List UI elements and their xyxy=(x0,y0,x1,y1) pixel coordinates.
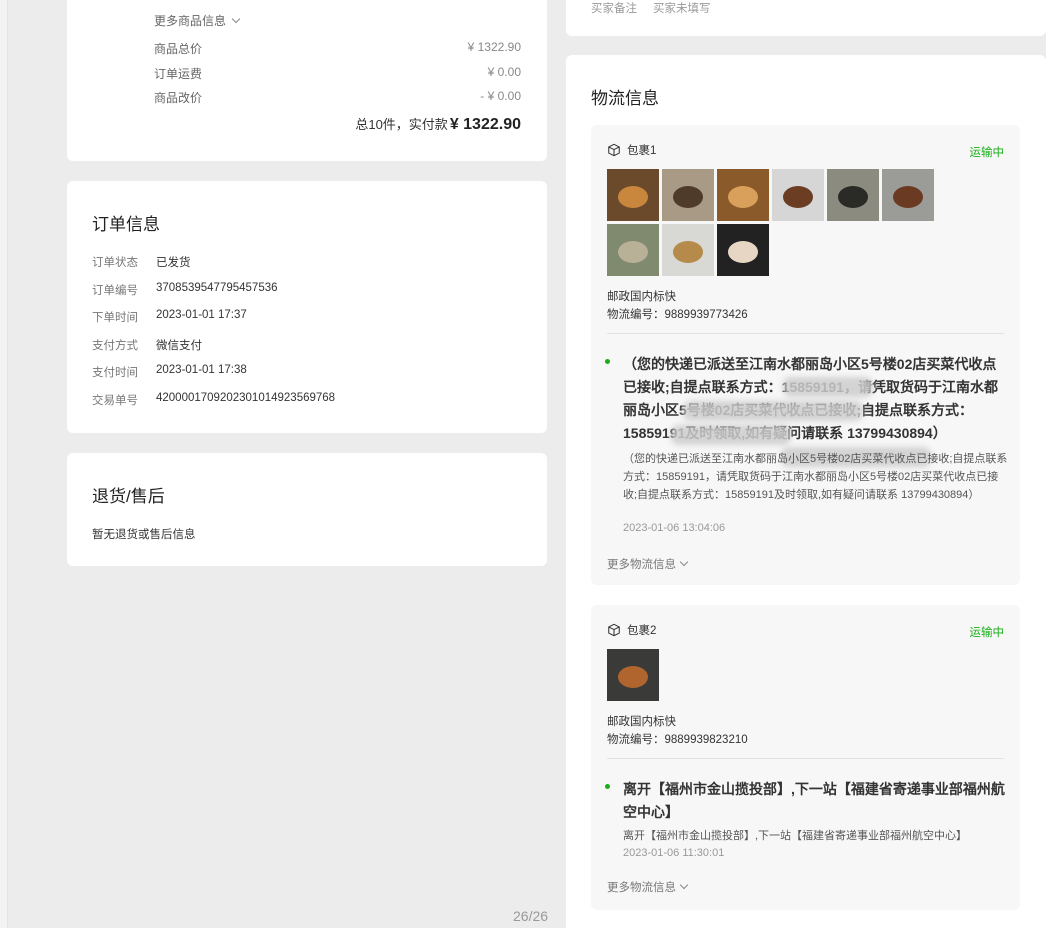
buyer-note-card: 买家备注 买家未填写 xyxy=(566,0,1046,36)
chevron-down-icon xyxy=(231,14,241,23)
logistics-title: 物流信息 xyxy=(591,89,659,108)
package-header: 包裹1 xyxy=(607,142,656,158)
package-card: 包裹2 运输中 邮政国内标快 物流编号：9889939823210 离开【福州市… xyxy=(591,605,1020,910)
carrier-name: 邮政国内标快 xyxy=(607,716,676,728)
timeline-dot xyxy=(605,359,610,364)
field-label: 支付方式 xyxy=(92,340,138,352)
more-logistics-label: 更多物流信息 xyxy=(607,559,676,571)
tracking-time: 2023-01-06 13:04:06 xyxy=(623,522,726,534)
carrier-name: 邮政国内标快 xyxy=(607,291,676,303)
left-edge-panel xyxy=(0,0,8,928)
package-header: 包裹2 xyxy=(607,622,656,638)
latest-tracking-title: 离开【福州市金山揽投部】,下一站【福建省寄递事业部福州航空中心】 xyxy=(623,781,1005,820)
price-label: 商品总价 xyxy=(154,42,203,56)
tea-pick-thumb[interactable] xyxy=(882,169,934,221)
transaction-number-row: 交易单号 4200001709202301014923569768 xyxy=(92,392,335,408)
field-label: 交易单号 xyxy=(92,395,138,407)
divider xyxy=(607,758,1004,759)
tracking-number: 物流编号：9889939773426 xyxy=(607,309,748,321)
field-label: 订单状态 xyxy=(92,257,138,269)
field-label: 订单编号 xyxy=(92,285,138,297)
total-prefix: 总10件，实付款 xyxy=(355,117,448,132)
more-logistics-toggle[interactable]: 更多物流信息 xyxy=(607,879,689,895)
more-logistics-toggle[interactable]: 更多物流信息 xyxy=(607,556,689,572)
order-total: 总10件，实付款 ¥ 1322.90 xyxy=(355,114,521,134)
chevron-down-icon xyxy=(679,557,689,567)
field-value: 已发货 xyxy=(156,257,191,269)
painted-mat-thumb[interactable] xyxy=(607,224,659,276)
field-label: 支付时间 xyxy=(92,367,138,379)
field-value: 2023-01-01 17:37 xyxy=(156,309,247,321)
price-row-adjustment: 商品改价 - ¥ 0.00 xyxy=(154,89,521,106)
price-row-total: 商品总价 ¥ 1322.90 xyxy=(154,40,521,57)
price-value: - ¥ 0.00 xyxy=(480,89,521,103)
redaction-blur xyxy=(783,377,873,397)
price-label: 商品改价 xyxy=(154,91,203,105)
bamboo-chopsticks-thumb[interactable] xyxy=(662,224,714,276)
order-info-card: 订单信息 订单状态 已发货 订单编号 3708539547795457536 下… xyxy=(67,181,547,433)
package-box-icon xyxy=(608,623,620,637)
price-row-shipping: 订单运费 ¥ 0.00 xyxy=(154,65,521,82)
timeline-dot xyxy=(605,784,610,789)
tea-cups-rack-thumb[interactable] xyxy=(662,169,714,221)
redaction-blur xyxy=(683,401,863,421)
tracking-time: 2023-01-06 11:30:01 xyxy=(623,847,725,859)
returns-card: 退货/售后 暂无退货或售后信息 xyxy=(67,453,547,566)
buyer-note-row: 买家备注 买家未填写 xyxy=(591,0,711,16)
order-info-title: 订单信息 xyxy=(92,215,160,234)
price-summary-card: 更多商品信息 商品总价 ¥ 1322.90 订单运费 ¥ 0.00 商品改价 -… xyxy=(67,0,547,161)
package-box-icon xyxy=(608,143,620,157)
field-value: 4200001709202301014923569768 xyxy=(156,392,336,404)
payment-time-row: 支付时间 2023-01-01 17:38 xyxy=(92,364,247,380)
returns-title: 退货/售后 xyxy=(92,487,165,506)
price-label: 订单运费 xyxy=(154,67,203,81)
tea-scoop-thumb[interactable] xyxy=(772,169,824,221)
carrier-info: 邮政国内标快 物流编号：9889939823210 xyxy=(607,713,748,749)
package-card: 包裹1 运输中 邮政国内标快 物流编号：9889939773426 （您的快递已… xyxy=(591,125,1020,585)
copper-kettle-thumb[interactable] xyxy=(607,649,659,701)
buyer-note-label: 买家备注 xyxy=(591,3,637,15)
price-value: ¥ 0.00 xyxy=(487,65,521,79)
black-scoop-thumb[interactable] xyxy=(717,224,769,276)
package-thumbnails xyxy=(607,649,957,701)
field-value: 2023-01-01 17:38 xyxy=(156,364,247,376)
total-amount: ¥ 1322.90 xyxy=(449,116,521,133)
package-status: 运输中 xyxy=(969,147,1005,159)
wooden-tea-set-thumb[interactable] xyxy=(717,169,769,221)
package-thumbnails xyxy=(607,169,957,276)
page-indicator: 26/26 xyxy=(513,908,549,924)
field-value: 3708539547795457536 xyxy=(156,282,278,294)
more-goods-label: 更多商品信息 xyxy=(154,14,227,28)
field-label: 下单时间 xyxy=(92,312,138,324)
package-name: 包裹2 xyxy=(627,625,657,637)
lotus-tray-thumb[interactable] xyxy=(827,169,879,221)
divider xyxy=(607,333,1004,334)
payment-method-row: 支付方式 微信支付 xyxy=(92,337,202,353)
buyer-note-value: 买家未填写 xyxy=(653,3,711,15)
package-name: 包裹1 xyxy=(627,145,657,157)
package-status: 运输中 xyxy=(969,627,1005,639)
more-goods-toggle[interactable]: 更多商品信息 xyxy=(154,12,241,29)
order-status-row: 订单状态 已发货 xyxy=(92,254,191,270)
bamboo-cup-thumb[interactable] xyxy=(607,169,659,221)
field-value: 微信支付 xyxy=(156,340,202,352)
latest-tracking-desc: （您的快递已派送至江南水都丽岛小区5号楼02店买菜代收点已接收;自提点联系方式：… xyxy=(623,453,1008,501)
tracking-number: 物流编号：9889939823210 xyxy=(607,734,748,746)
more-logistics-label: 更多物流信息 xyxy=(607,882,676,894)
order-number-row: 订单编号 3708539547795457536 xyxy=(92,282,278,298)
returns-empty-text: 暂无退货或售后信息 xyxy=(92,529,196,541)
carrier-info: 邮政国内标快 物流编号：9889939773426 xyxy=(607,288,748,324)
redaction-blur xyxy=(671,425,791,445)
chevron-down-icon xyxy=(679,880,689,890)
latest-tracking-desc: 离开【福州市金山揽投部】,下一站【福建省寄递事业部福州航空中心】 xyxy=(623,830,968,842)
price-value: ¥ 1322.90 xyxy=(467,40,521,54)
logistics-card: 物流信息 包裹1 运输中 邮政国内标快 物流编号：9889939773426 （… xyxy=(566,55,1046,928)
order-time-row: 下单时间 2023-01-01 17:37 xyxy=(92,309,247,325)
